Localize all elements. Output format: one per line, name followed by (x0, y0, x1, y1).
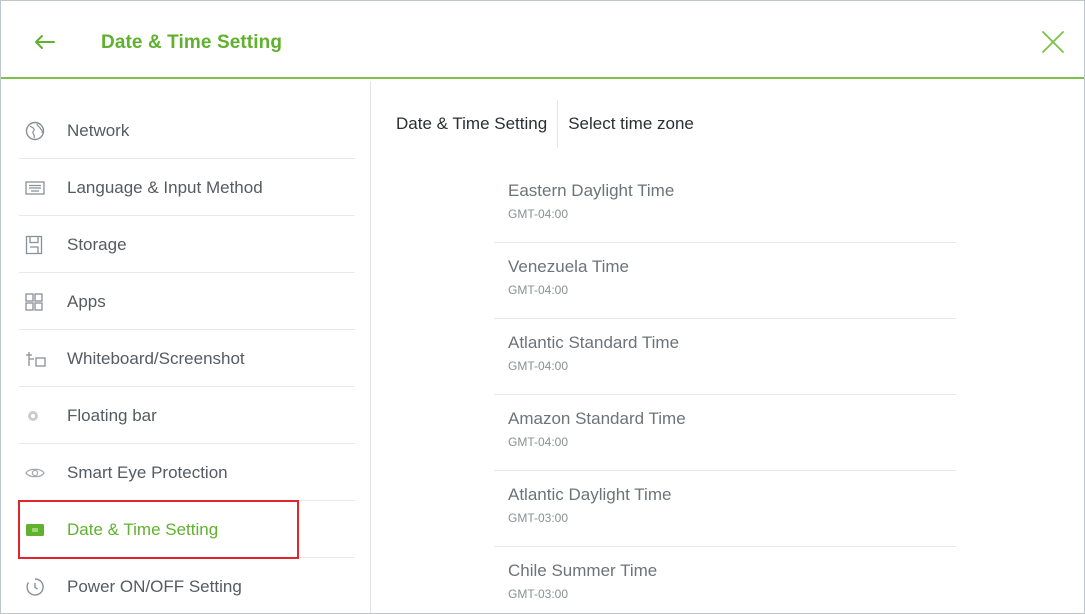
timezone-name: Venezuela Time (508, 257, 629, 276)
close-button[interactable] (1040, 29, 1066, 55)
timezone-offset: GMT-03:00 (508, 511, 569, 525)
timer-icon (19, 576, 55, 598)
sidebar-item-label: Date & Time Setting (67, 519, 219, 539)
calendar-icon (19, 519, 55, 541)
sidebar-item-date-time[interactable]: Date & Time Setting (19, 502, 355, 558)
timezone-name: Atlantic Standard Time (508, 333, 680, 352)
sidebar-item-label: Network (67, 120, 130, 140)
sidebar-item-apps[interactable]: Apps (19, 274, 355, 330)
sidebar-item-storage[interactable]: Storage (19, 217, 355, 273)
timezone-offset: GMT-04:00 (508, 207, 569, 221)
sidebar-item-power[interactable]: Power ON/OFF Setting (19, 559, 355, 613)
eye-icon (19, 462, 55, 484)
timezone-item[interactable]: Eastern Daylight Time GMT-04:00 (494, 167, 956, 243)
globe-icon (19, 120, 55, 142)
sidebar-item-label: Language & Input Method (67, 177, 263, 197)
sidebar-item-label: Whiteboard/Screenshot (67, 348, 245, 368)
timezone-offset: GMT-04:00 (508, 435, 569, 449)
main-panel: Date & Time Setting Select time zone Eas… (372, 81, 1084, 613)
timezone-item[interactable]: Venezuela Time GMT-04:00 (494, 243, 956, 319)
timezone-offset: GMT-03:00 (508, 587, 569, 601)
sidebar-item-label: Apps (67, 291, 106, 311)
back-button[interactable] (33, 27, 73, 57)
storage-icon (19, 234, 55, 256)
sidebar-item-label: Power ON/OFF Setting (67, 576, 242, 596)
breadcrumb-item-select-time-zone: Select time zone (568, 114, 694, 133)
sidebar: Network Language & Input Method Storage … (1, 81, 371, 613)
close-icon (1042, 31, 1064, 53)
timezone-offset: GMT-04:00 (508, 283, 569, 297)
apps-grid-icon (19, 291, 55, 313)
back-arrow-icon (35, 35, 55, 49)
sidebar-item-floating-bar[interactable]: Floating bar (19, 388, 355, 444)
sidebar-item-language[interactable]: Language & Input Method (19, 160, 355, 216)
whiteboard-icon (19, 348, 55, 370)
sidebar-item-label: Storage (67, 234, 127, 254)
sidebar-item-eye-protection[interactable]: Smart Eye Protection (19, 445, 355, 501)
breadcrumb: Date & Time Setting Select time zone (396, 100, 694, 148)
settings-window: Date & Time Setting Network Language & I… (0, 0, 1085, 614)
timezone-name: Chile Summer Time (508, 561, 658, 580)
sidebar-item-label: Floating bar (67, 405, 157, 425)
timezone-name: Amazon Standard Time (508, 409, 686, 428)
gear-icon (19, 405, 55, 427)
timezone-offset: GMT-04:00 (508, 359, 569, 373)
header-bar: Date & Time Setting (1, 1, 1084, 79)
timezone-item[interactable]: Amazon Standard Time GMT-04:00 (494, 395, 956, 471)
timezone-item[interactable]: Atlantic Daylight Time GMT-03:00 (494, 471, 956, 547)
breadcrumb-item-date-time[interactable]: Date & Time Setting (396, 114, 547, 134)
page-title: Date & Time Setting (101, 32, 283, 53)
timezone-name: Eastern Daylight Time (508, 181, 675, 200)
timezone-item[interactable]: Atlantic Standard Time GMT-04:00 (494, 319, 956, 395)
sidebar-item-whiteboard[interactable]: Whiteboard/Screenshot (19, 331, 355, 387)
sidebar-item-network[interactable]: Network (19, 103, 355, 159)
breadcrumb-divider (557, 100, 559, 148)
timezone-name: Atlantic Daylight Time (508, 485, 672, 504)
keyboard-icon (19, 177, 55, 199)
timezone-list: Eastern Daylight Time GMT-04:00 Venezuel… (494, 167, 956, 613)
timezone-item[interactable]: Chile Summer Time GMT-03:00 (494, 547, 956, 613)
sidebar-item-label: Smart Eye Protection (67, 462, 228, 482)
